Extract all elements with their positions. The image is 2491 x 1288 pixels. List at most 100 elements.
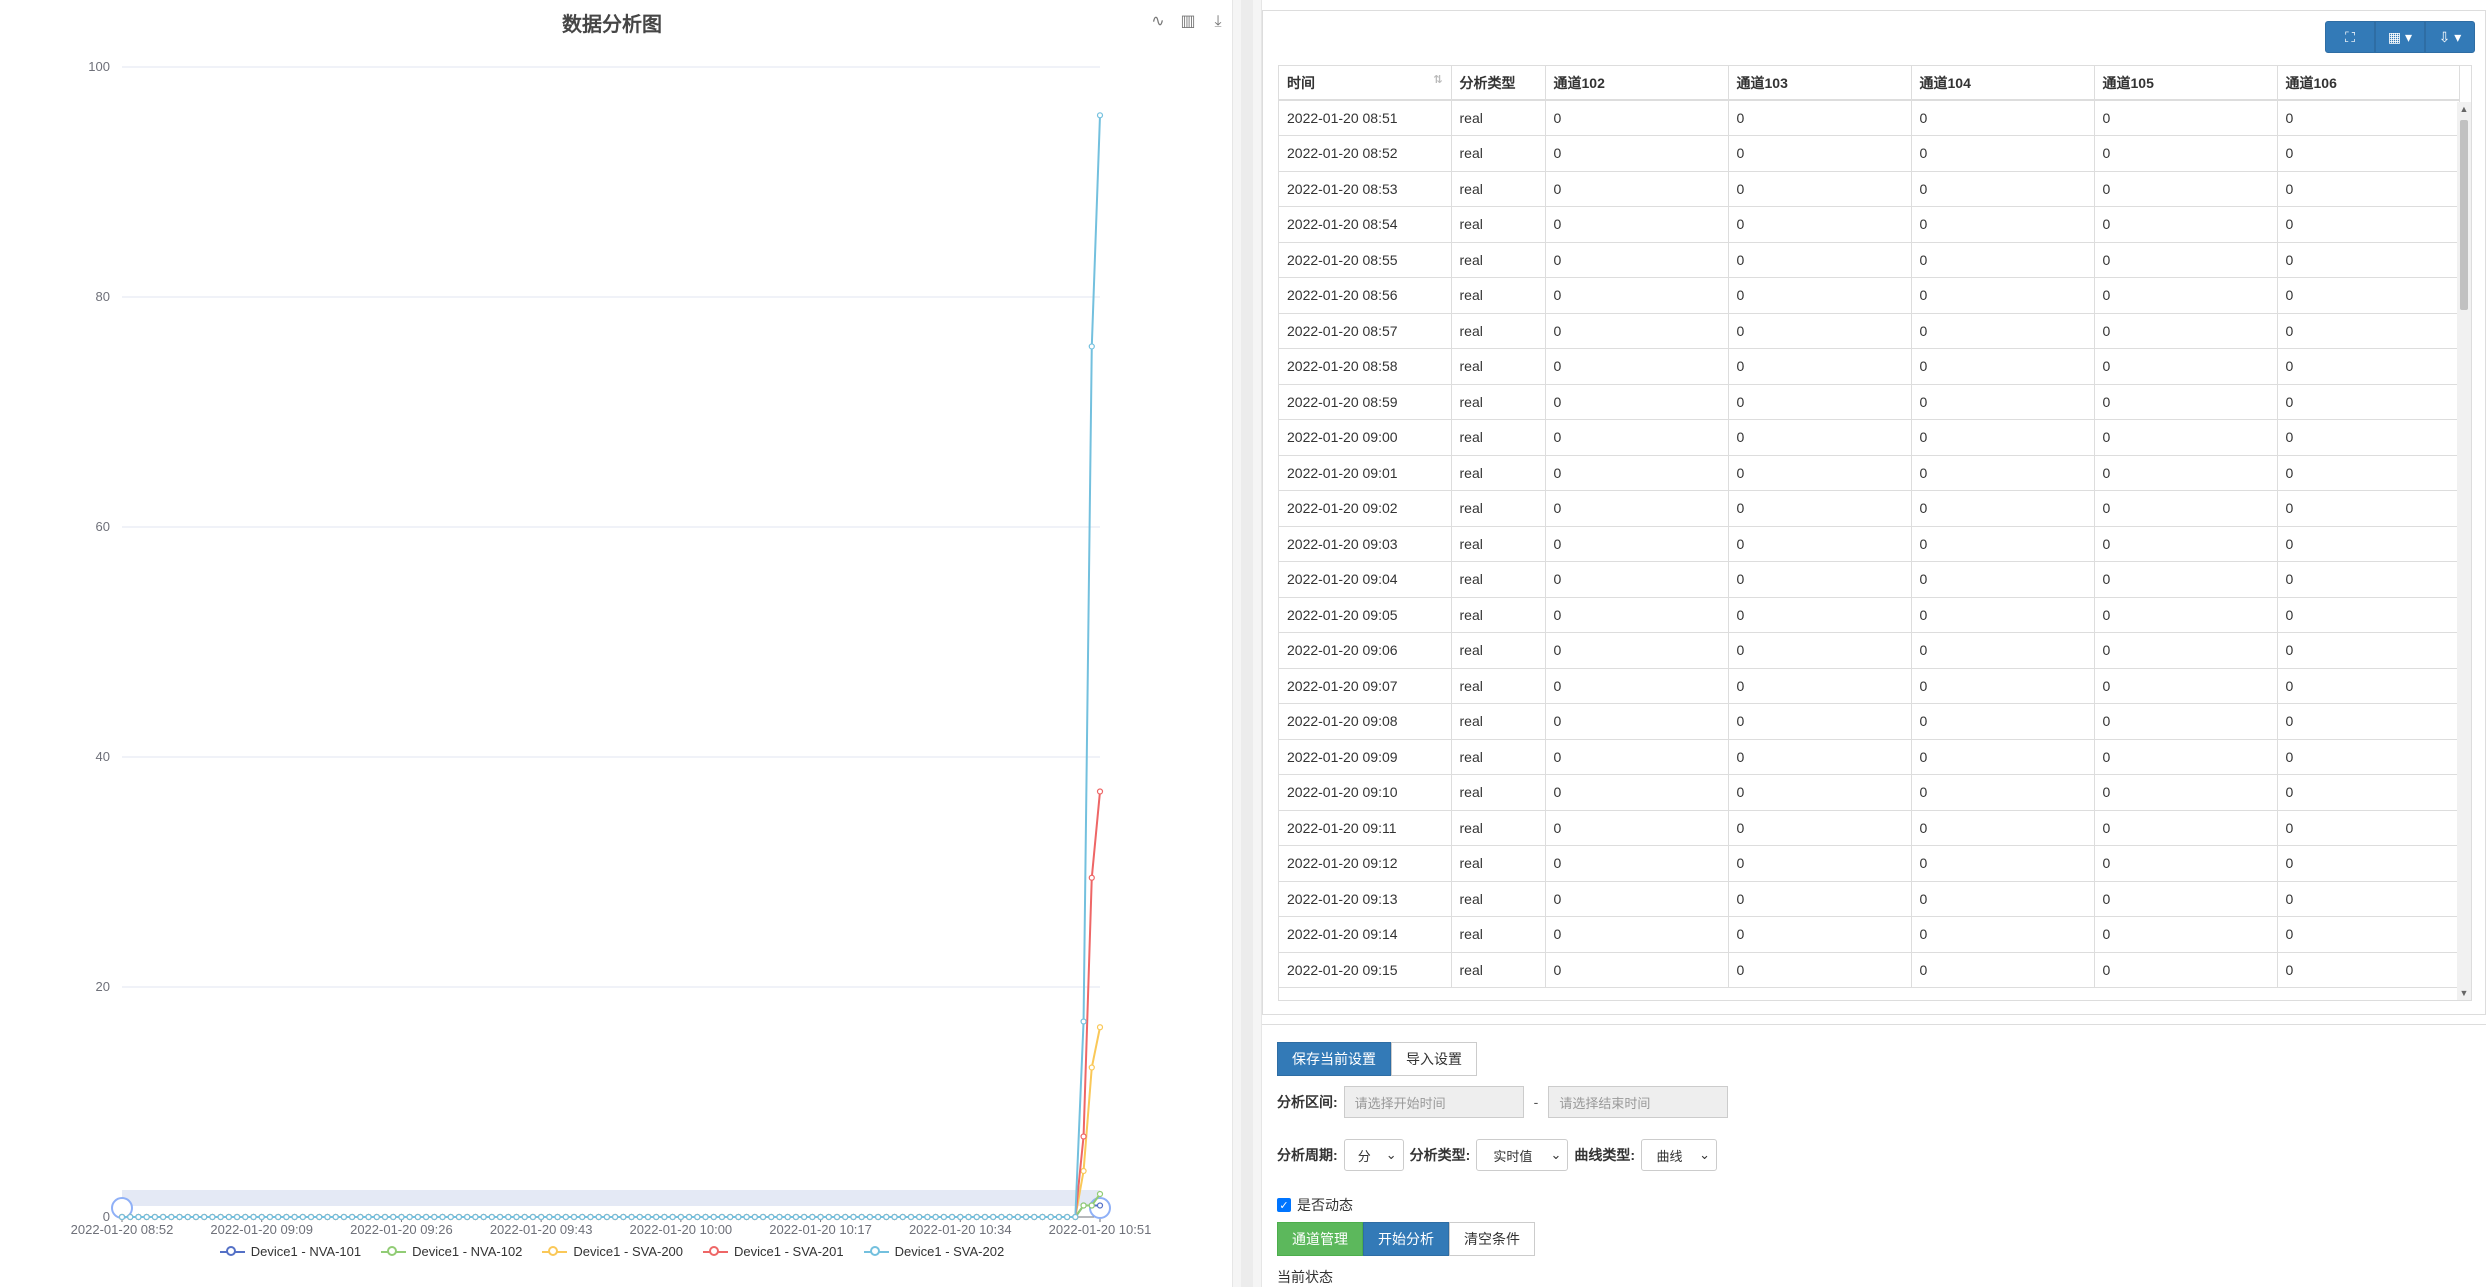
table-row[interactable]: 2022-01-20 09:10 real 0 0 0 0 0 bbox=[1279, 774, 2460, 811]
x-tick-label: 2022-01-20 10:34 bbox=[909, 1222, 1012, 1237]
column-header[interactable]: 通道106 bbox=[2277, 66, 2460, 101]
curve-type-select[interactable]: 曲线 ⌄ bbox=[1641, 1139, 1718, 1171]
table-cell: 0 bbox=[2094, 313, 2278, 349]
table-cell: 0 bbox=[1728, 845, 1912, 882]
column-header[interactable]: 时间 ⇅ bbox=[1279, 66, 1452, 101]
column-header[interactable]: 分析类型 bbox=[1451, 66, 1546, 101]
table-row[interactable]: 2022-01-20 09:13 real 0 0 0 0 0 bbox=[1279, 881, 2460, 917]
sort-icon[interactable]: ⇅ bbox=[1433, 73, 1442, 86]
column-header[interactable]: 通道102 bbox=[1545, 66, 1729, 101]
data-point bbox=[431, 1213, 438, 1221]
legend-item[interactable]: Device1 - SVA-200 bbox=[542, 1244, 683, 1259]
data-point bbox=[143, 1213, 150, 1221]
table-row[interactable]: 2022-01-20 09:14 real 0 0 0 0 0 bbox=[1279, 916, 2460, 953]
table-row[interactable]: 2022-01-20 09:08 real 0 0 0 0 0 bbox=[1279, 703, 2460, 740]
legend-swatch-icon bbox=[542, 1245, 568, 1259]
table-row[interactable]: 2022-01-20 09:05 real 0 0 0 0 0 bbox=[1279, 597, 2460, 633]
panel-splitter[interactable] bbox=[1232, 0, 1262, 1287]
table-row[interactable]: 2022-01-20 09:11 real 0 0 0 0 0 bbox=[1279, 810, 2460, 846]
fullscreen-button[interactable]: ⛶ bbox=[2325, 21, 2375, 53]
save-settings-button[interactable]: 保存当前设置 bbox=[1277, 1042, 1391, 1076]
table-row[interactable]: 2022-01-20 08:58 real 0 0 0 0 0 bbox=[1279, 348, 2460, 385]
table-cell: 0 bbox=[1911, 881, 2095, 917]
table-row[interactable]: 2022-01-20 09:02 real 0 0 0 0 0 bbox=[1279, 490, 2460, 527]
vertical-scrollbar[interactable]: ▲ ▼ bbox=[2457, 102, 2471, 1000]
clear-conditions-button[interactable]: 清空条件 bbox=[1449, 1222, 1535, 1256]
table-cell: 0 bbox=[1911, 668, 2095, 704]
channel-manage-button[interactable]: 通道管理 bbox=[1277, 1222, 1363, 1256]
table-cell: 0 bbox=[1728, 739, 1912, 775]
table-row[interactable]: 2022-01-20 09:01 real 0 0 0 0 0 bbox=[1279, 455, 2460, 491]
table-row[interactable]: 2022-01-20 09:09 real 0 0 0 0 0 bbox=[1279, 739, 2460, 775]
table-row[interactable]: 2022-01-20 08:53 real 0 0 0 0 0 bbox=[1279, 171, 2460, 207]
table-cell: real bbox=[1451, 810, 1546, 846]
data-point bbox=[595, 1213, 602, 1221]
table-cell: 0 bbox=[2277, 171, 2460, 207]
table-cell: 0 bbox=[1545, 668, 1729, 704]
chart-legend: Device1 - NVA-101 Device1 - NVA-102 Device… bbox=[0, 1244, 1224, 1259]
table-cell: 0 bbox=[1545, 455, 1729, 491]
table-cell: 0 bbox=[1545, 100, 1729, 136]
table-cell: 0 bbox=[2094, 561, 2278, 598]
dynamic-label: 是否动态 bbox=[1297, 1197, 1353, 1213]
table-row[interactable]: 2022-01-20 08:52 real 0 0 0 0 0 bbox=[1279, 135, 2460, 172]
import-settings-button[interactable]: 导入设置 bbox=[1391, 1042, 1477, 1076]
export-button[interactable]: ⇩ ▾ bbox=[2425, 21, 2475, 53]
data-point bbox=[603, 1213, 610, 1221]
table-row[interactable]: 2022-01-20 08:51 real 0 0 0 0 0 bbox=[1279, 100, 2460, 136]
legend-item[interactable]: Device1 - SVA-201 bbox=[703, 1244, 844, 1259]
table-row[interactable]: 2022-01-20 08:54 real 0 0 0 0 0 bbox=[1279, 206, 2460, 243]
column-header[interactable]: 通道105 bbox=[2094, 66, 2278, 101]
table-cell: 0 bbox=[2277, 916, 2460, 953]
control-panel: 保存当前设置 导入设置 分析区间: 请选择开始时间 - 请选择结束时间 分析周期… bbox=[1262, 1024, 2486, 1288]
table-row[interactable]: 2022-01-20 09:06 real 0 0 0 0 0 bbox=[1279, 632, 2460, 669]
scroll-thumb[interactable] bbox=[2460, 120, 2468, 310]
table-cell: 2022-01-20 09:00 bbox=[1279, 419, 1452, 456]
period-select[interactable]: 分 ⌄ bbox=[1343, 1139, 1404, 1171]
table-cell: real bbox=[1451, 100, 1546, 136]
legend-item[interactable]: Device1 - SVA-202 bbox=[863, 1244, 1004, 1259]
splitter-bar[interactable] bbox=[1241, 0, 1253, 1287]
table-cell: real bbox=[1451, 881, 1546, 917]
table-cell: 0 bbox=[2094, 881, 2278, 917]
table-row[interactable]: 2022-01-20 08:55 real 0 0 0 0 0 bbox=[1279, 242, 2460, 278]
data-table-container[interactable]: 时间 ⇅ 分析类型 通道102 通道103 通道104 通道105 通道106 2022-01… bbox=[1278, 65, 2472, 1001]
table-row[interactable]: 2022-01-20 08:56 real 0 0 0 0 0 bbox=[1279, 277, 2460, 314]
table-row[interactable]: 2022-01-20 09:12 real 0 0 0 0 0 bbox=[1279, 845, 2460, 882]
table-row[interactable]: 2022-01-20 08:57 real 0 0 0 0 0 bbox=[1279, 313, 2460, 349]
start-time-input[interactable]: 请选择开始时间 bbox=[1343, 1086, 1524, 1118]
table-row[interactable]: 2022-01-20 09:07 real 0 0 0 0 0 bbox=[1279, 668, 2460, 704]
curve-type-value: 曲线 bbox=[1656, 1148, 1683, 1164]
table-cell: real bbox=[1451, 384, 1546, 420]
legend-item[interactable]: Device1 - NVA-102 bbox=[381, 1244, 522, 1259]
start-analysis-button[interactable]: 开始分析 bbox=[1363, 1222, 1449, 1256]
table-row[interactable]: 2022-01-20 09:04 real 0 0 0 0 0 bbox=[1279, 561, 2460, 598]
data-point bbox=[907, 1213, 915, 1221]
table-row[interactable]: 2022-01-20 09:15 real 0 0 0 0 0 bbox=[1279, 952, 2460, 988]
data-point bbox=[1096, 1190, 1104, 1198]
table-cell: real bbox=[1451, 774, 1546, 811]
column-header[interactable]: 通道104 bbox=[1911, 66, 2095, 101]
table-row[interactable]: 2022-01-20 09:00 real 0 0 0 0 0 bbox=[1279, 419, 2460, 456]
table-cell: 0 bbox=[1545, 277, 1729, 314]
table-cell: 0 bbox=[2277, 526, 2460, 562]
table-row[interactable]: 2022-01-20 09:03 real 0 0 0 0 0 bbox=[1279, 526, 2460, 562]
end-time-input[interactable]: 请选择结束时间 bbox=[1548, 1086, 1729, 1118]
legend-item[interactable]: Device1 - NVA-101 bbox=[219, 1244, 361, 1259]
y-tick-label: 80 bbox=[96, 289, 110, 304]
data-point bbox=[792, 1213, 800, 1221]
table-cell: 0 bbox=[2277, 810, 2460, 846]
table-cell: 0 bbox=[1911, 774, 2095, 811]
scroll-up-icon[interactable]: ▲ bbox=[2457, 102, 2471, 116]
dynamic-checkbox[interactable]: ✓ bbox=[1277, 1198, 1291, 1212]
data-point bbox=[1088, 874, 1095, 881]
data-point bbox=[998, 1213, 1005, 1221]
column-header[interactable]: 通道103 bbox=[1728, 66, 1912, 101]
columns-button[interactable]: ▦ ▾ bbox=[2375, 21, 2425, 53]
data-point bbox=[1096, 1024, 1104, 1031]
table-row[interactable]: 2022-01-20 08:59 real 0 0 0 0 0 bbox=[1279, 384, 2460, 420]
table-cell: 0 bbox=[1545, 739, 1729, 775]
scroll-down-icon[interactable]: ▼ bbox=[2457, 986, 2471, 1000]
table-cell: 2022-01-20 08:56 bbox=[1279, 277, 1452, 314]
analysis-type-select[interactable]: 实时值 ⌄ bbox=[1476, 1139, 1569, 1171]
